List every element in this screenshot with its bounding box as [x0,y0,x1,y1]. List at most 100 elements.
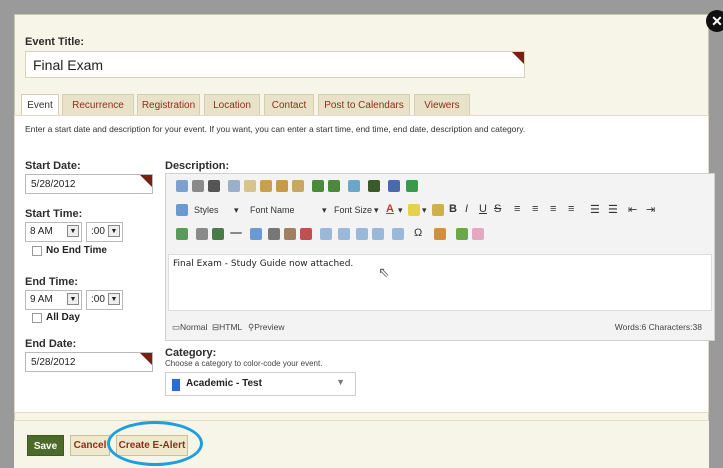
chevron-down-icon: ▾ [322,205,327,215]
align-center-icon[interactable]: ≡ [532,203,538,215]
strikethrough-icon[interactable]: S [494,203,501,215]
close-icon[interactable]: ✕ [706,10,723,32]
mode-normal-tab[interactable]: ▭Normal [172,322,207,333]
print-icon[interactable] [192,180,204,192]
chevron-down-icon: ▼ [67,225,79,237]
copy-icon[interactable] [244,180,256,192]
italic-icon[interactable]: I [465,203,468,215]
find-icon[interactable] [208,180,220,192]
mode-html-tab[interactable]: ⊟HTML [212,322,242,333]
tab-location[interactable]: Location [204,94,260,116]
event-title-input[interactable]: Final Exam [25,51,525,78]
format-painter-icon[interactable] [432,204,444,216]
underline-icon[interactable]: U [479,203,487,215]
intro-text: Enter a start date and description for y… [25,124,526,134]
required-marker-icon [140,175,152,187]
tab-event[interactable]: Event [21,94,59,117]
end-time-label: End Time: [25,276,78,288]
bold-icon[interactable]: B [449,203,457,215]
highlight-circle [107,421,203,466]
start-date-input[interactable]: 5/28/2012 [25,174,153,194]
required-marker-icon [140,353,152,365]
start-minute-select[interactable]: :00 ▼ [86,222,123,242]
cancel-button[interactable]: Cancel [70,435,110,456]
tab-post-to-calendars[interactable]: Post to Calendars [318,94,410,116]
numbered-list-icon[interactable]: ☰ [590,203,600,216]
tab-registration[interactable]: Registration [137,94,200,116]
check-icon[interactable] [406,180,418,192]
tab-recurrence[interactable]: Recurrence [62,94,134,116]
event-title-label: Event Title: [25,36,85,48]
unlink-icon[interactable] [284,228,296,240]
dreamweaver-icon[interactable] [368,180,380,192]
outdent-icon[interactable]: ⇤ [628,203,637,216]
redo-icon[interactable] [328,180,340,192]
cursor-pointer-icon: ⇖ [378,264,390,280]
category-select[interactable]: Academic - Test ▼ [165,372,356,396]
mode-preview-label: Preview [254,322,285,332]
align-right-icon[interactable]: ≡ [550,203,556,215]
editor-toolbar-row-2: Styles ▾ Font Name ▾ Font Size ▾ A ▾ ▾ B… [166,198,714,222]
category-hint: Choose a category to color-code your eve… [165,359,323,368]
end-hour-value: 9 AM [30,294,53,305]
undo-icon[interactable] [312,180,324,192]
rich-text-editor: Styles ▾ Font Name ▾ Font Size ▾ A ▾ ▾ B… [165,173,715,341]
no-end-time-label: No End Time [46,245,107,256]
paste-word-icon[interactable] [292,180,304,192]
start-date-label: Start Date: [25,160,81,172]
word-icon[interactable] [388,180,400,192]
eraser-icon[interactable] [472,228,484,240]
spellcheck-icon[interactable] [176,180,188,192]
snippet-icon[interactable] [456,228,468,240]
bullet-list-icon[interactable]: ☰ [608,203,618,216]
font-size-dropdown[interactable]: Font Size [334,205,372,215]
category-label: Category: [165,347,217,359]
table-properties-icon[interactable] [338,228,350,240]
end-date-input[interactable]: 5/28/2012 [25,352,153,372]
styles-dropdown[interactable]: Styles [194,205,219,215]
cell-icon[interactable] [392,228,404,240]
horizontal-rule-icon[interactable] [230,232,242,234]
chevron-down-icon: ▼ [108,225,120,237]
normal-icon: ▭ [172,322,181,332]
insert-column-icon[interactable] [372,228,384,240]
anchor-icon[interactable] [300,228,312,240]
media-icon[interactable] [212,228,224,240]
end-minute-select[interactable]: :00 ▼ [86,290,123,310]
highlight-icon[interactable] [408,204,420,216]
start-time-label: Start Time: [25,208,83,220]
indent-icon[interactable]: ⇥ [646,203,655,216]
tab-viewers[interactable]: Viewers [414,94,470,116]
template-icon[interactable] [434,228,446,240]
paste-icon[interactable] [260,180,272,192]
attach-icon[interactable] [196,228,208,240]
chevron-down-icon: ▾ [398,205,403,215]
no-end-time-checkbox[interactable] [32,246,42,256]
justify-icon[interactable]: ≡ [568,203,574,215]
description-value: Final Exam - Study Guide now attached. [173,259,354,269]
cut-icon[interactable] [228,180,240,192]
start-hour-select[interactable]: 8 AM ▼ [25,222,82,242]
special-char-icon[interactable]: Ω [414,227,422,239]
tab-contact[interactable]: Contact [264,94,314,116]
required-marker-icon [512,52,524,64]
save-button[interactable]: Save [27,435,64,456]
chevron-down-icon: ▾ [422,205,427,215]
font-name-dropdown[interactable]: Font Name [250,205,295,215]
chevron-down-icon: ▾ [234,205,239,215]
link-icon[interactable] [268,228,280,240]
all-day-checkbox[interactable] [32,313,42,323]
start-date-value: 5/28/2012 [31,179,76,190]
image-icon[interactable] [176,228,188,240]
end-hour-select[interactable]: 9 AM ▼ [25,290,82,310]
paste-text-icon[interactable] [276,180,288,192]
insert-row-icon[interactable] [356,228,368,240]
description-textarea[interactable]: Final Exam - Study Guide now attached. [168,254,712,311]
link-manager-icon[interactable] [250,228,262,240]
chevron-down-icon: ▼ [336,377,345,387]
format-icon[interactable] [348,180,360,192]
table-icon[interactable] [320,228,332,240]
mode-preview-tab[interactable]: ⚲Preview [248,322,284,333]
align-left-icon[interactable]: ≡ [514,203,520,215]
font-color-icon[interactable]: A [386,203,394,215]
